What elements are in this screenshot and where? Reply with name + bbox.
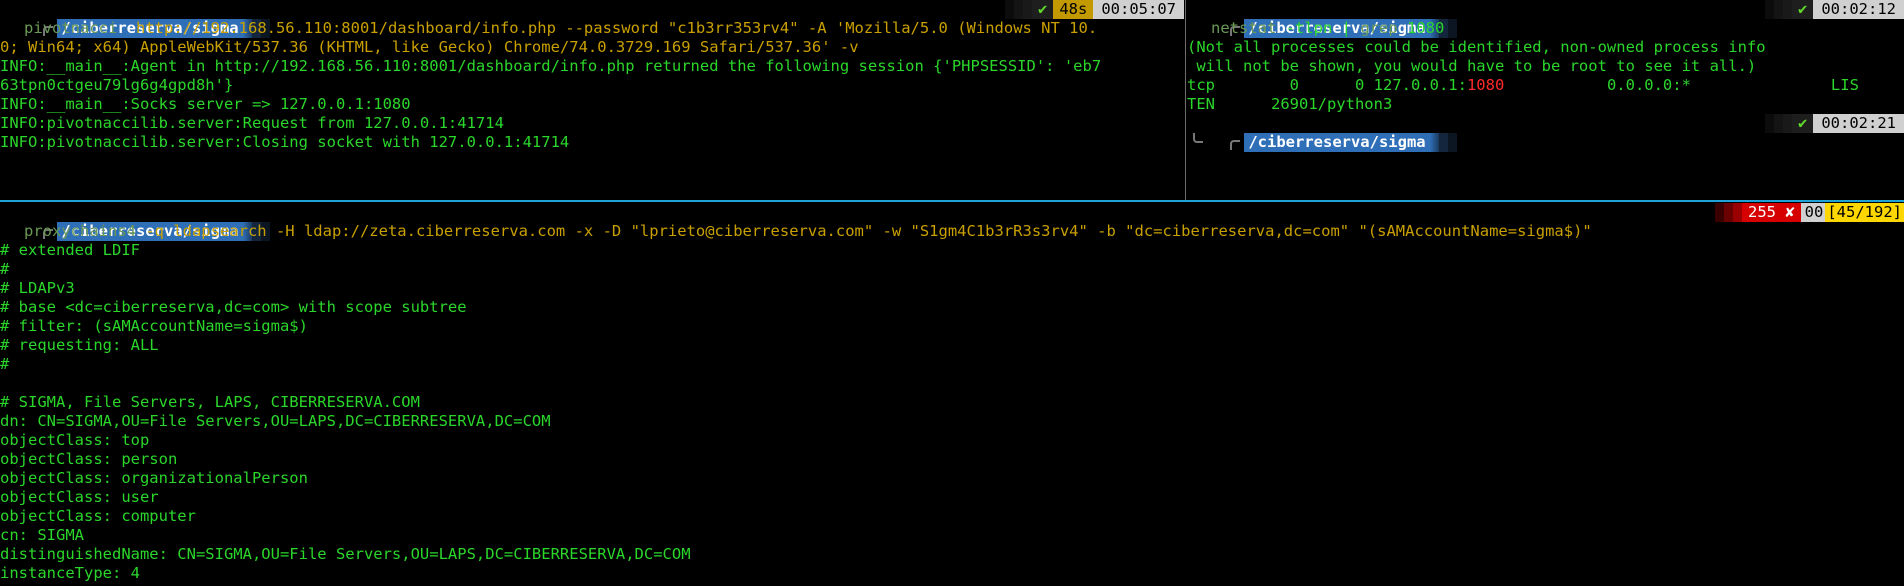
prompt-status: ✔ 00:02:12 — [1765, 0, 1904, 19]
history-prefix: 00 — [1800, 203, 1826, 222]
output-line: # requesting: ALL — [0, 336, 159, 354]
prompt-corner-bottom-icon — [1193, 133, 1203, 143]
check-icon: ✔ — [1792, 114, 1814, 133]
output-line: dn: CN=SIGMA,OU=File Servers,OU=LAPS,DC=… — [0, 412, 551, 430]
check-icon: ✔ — [1792, 0, 1814, 19]
output-line: INFO:__main__:Socks server => 127.0.0.1:… — [0, 95, 411, 113]
grep-args: 1080 — [1397, 19, 1445, 37]
command-line[interactable]: netstat -tlpn | grep 1080 — [1187, 19, 1904, 38]
output-line: objectClass: computer — [0, 507, 196, 525]
output-line: # — [0, 355, 10, 373]
command-name: netstat — [1211, 19, 1277, 37]
command-line-empty[interactable] — [1187, 133, 1904, 152]
vertical-pane-divider[interactable] — [1185, 0, 1186, 200]
prompt-status: ✔ 00:02:21 — [1765, 114, 1904, 133]
terminal-pane-left[interactable]: /ciberreserva/sigma ✔ 48s 00:05:07 pivot… — [0, 0, 1184, 200]
cross-icon: ✘ — [1785, 203, 1795, 221]
output-line: cn: SIGMA — [0, 526, 84, 544]
output-line: # base <dc=ciberreserva,dc=com> with sco… — [0, 298, 467, 316]
clock-badge: 00:02:21 — [1813, 114, 1904, 133]
history-counter: [45/192] — [1825, 203, 1904, 222]
output-line: INFO:__main__:Agent in http://192.168.56… — [0, 57, 1102, 75]
command-name: proxychains4 — [24, 222, 136, 240]
output-line: INFO:pivotnaccilib.server:Request from 1… — [0, 114, 504, 132]
output-line: INFO:pivotnaccilib.server:Closing socket… — [0, 133, 570, 151]
output-line: objectClass: person — [0, 450, 178, 468]
output-line: TEN 26901/python3 — [1187, 95, 1393, 113]
output-line: # — [0, 260, 10, 278]
prompt-line: /ciberreserva/sigma ✔ 00:02:21 — [1187, 114, 1904, 152]
output-line: # LDAPv3 — [0, 279, 75, 297]
command-args-continued: 0; Win64; x64) AppleWebKit/537.36 (KHTML… — [0, 38, 859, 56]
prompt-line: /ciberreserva/sigma 255 ✘ 00 [45/192] — [0, 203, 1904, 241]
command-name: pivotnacci — [24, 19, 118, 37]
output-line: objectClass: user — [0, 488, 159, 506]
clock-badge: 00:05:07 — [1093, 0, 1184, 19]
output-line: # SIGMA, File Servers, LAPS, CIBERRESERV… — [0, 393, 420, 411]
command-line[interactable]: proxychains4 -q ldapsearch -H ldap://zet… — [0, 222, 1904, 241]
output-line: will not be shown, you would have to be … — [1187, 57, 1757, 75]
command-line[interactable]: pivotnacci http://192.168.56.110:8001/da… — [0, 19, 1184, 38]
clock-badge: 00:02:12 — [1813, 0, 1904, 19]
command-args: -q ldapsearch -H ldap://zeta.ciberreserv… — [135, 222, 1592, 240]
output-line: tcp 0 0 127.0.0.1:1080 0.0.0.0:* LIS — [1187, 76, 1859, 94]
exit-code-badge: 255 ✘ — [1741, 203, 1801, 222]
duration-badge: 48s — [1053, 0, 1094, 19]
output-line: instanceType: 4 — [0, 564, 140, 582]
output-line: objectClass: top — [0, 431, 150, 449]
output-line: # extended LDIF — [0, 241, 140, 259]
prompt-line: /ciberreserva/sigma ✔ 00:02:12 — [1187, 0, 1904, 38]
output-line: objectClass: organizationalPerson — [0, 469, 308, 487]
check-icon: ✔ — [1032, 0, 1054, 19]
output-line: # filter: (sAMAccountName=sigma$) — [0, 317, 308, 335]
output-line: 63tpn0ctgeu79lg6g4gpd8h'} — [0, 76, 234, 94]
terminal-pane-right[interactable]: /ciberreserva/sigma ✔ 00:02:12 netstat -… — [1187, 0, 1904, 200]
command-args: -tlpn | — [1276, 19, 1361, 37]
command-args: http://192.168.56.110:8001/dashboard/inf… — [136, 19, 1098, 37]
output-line: (Not all processes could be identified, … — [1187, 38, 1766, 56]
output-line: distinguishedName: CN=SIGMA,OU=File Serv… — [0, 545, 691, 563]
grep-command: grep — [1360, 19, 1398, 37]
port-highlight: 1080 — [1466, 76, 1505, 94]
prompt-line: /ciberreserva/sigma ✔ 48s 00:05:07 — [0, 0, 1184, 38]
terminal-pane-bottom[interactable]: /ciberreserva/sigma 255 ✘ 00 [45/192] pro… — [0, 203, 1904, 586]
horizontal-pane-divider[interactable] — [0, 200, 1904, 202]
prompt-status: 255 ✘ 00 [45/192] — [1714, 203, 1904, 222]
prompt-status: ✔ 48s 00:05:07 — [1005, 0, 1184, 19]
